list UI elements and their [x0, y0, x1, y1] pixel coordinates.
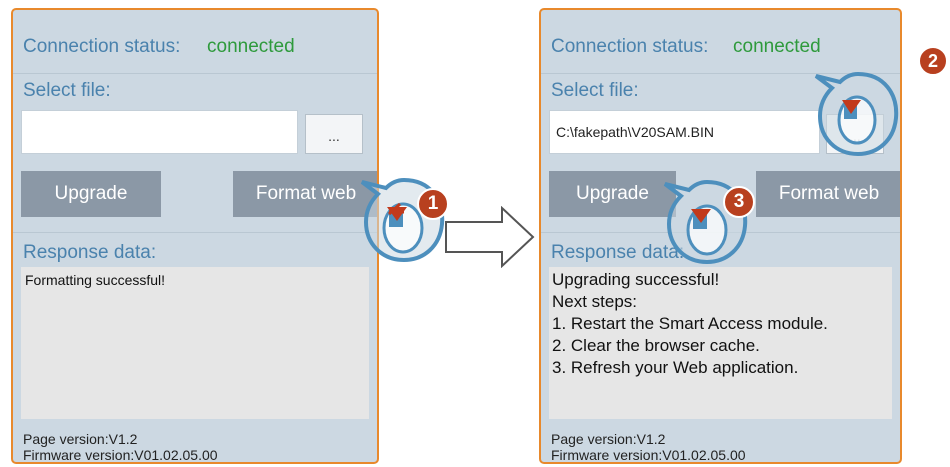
- format-web-button[interactable]: Format web: [233, 171, 377, 217]
- upgrade-button[interactable]: Upgrade: [549, 171, 676, 217]
- file-path-input[interactable]: C:\fakepath\V20SAM.BIN: [549, 110, 820, 154]
- response-line: Next steps:: [552, 292, 638, 311]
- file-path-input[interactable]: [21, 110, 298, 154]
- response-data-area: Upgrading successful! Next steps: 1. Res…: [549, 267, 892, 419]
- upgrade-button[interactable]: Upgrade: [21, 171, 161, 217]
- connection-status-value: connected: [207, 36, 295, 57]
- web-app-panel-before: Connection status: connected Select file…: [11, 8, 379, 464]
- response-data-label: Response data:: [23, 242, 157, 263]
- browse-button[interactable]: ...: [305, 114, 363, 154]
- response-line: Upgrading successful!: [552, 270, 720, 289]
- select-file-label: Select file:: [23, 80, 111, 101]
- response-data-area: Formatting successful!: [21, 267, 369, 419]
- step-badge-1: 1: [417, 188, 449, 220]
- format-web-button[interactable]: Format web: [756, 171, 900, 217]
- response-line: 3. Refresh your Web application.: [552, 358, 799, 377]
- select-file-label: Select file:: [551, 80, 639, 101]
- right-arrow-icon: [445, 206, 535, 268]
- mouse-click-icon: [814, 71, 899, 157]
- connection-row: Connection status: connected: [541, 10, 900, 74]
- page-version: Page version:V1.2: [551, 431, 666, 447]
- response-line: Formatting successful!: [25, 272, 166, 288]
- response-line: 2. Clear the browser cache.: [552, 336, 760, 355]
- connection-status-label: Connection status:: [23, 36, 181, 57]
- divider: [13, 232, 377, 233]
- connection-status-value: connected: [733, 36, 821, 57]
- connection-row: Connection status: connected: [13, 10, 377, 74]
- step-badge-2: 2: [918, 46, 948, 76]
- firmware-version: Firmware version:V01.02.05.00: [551, 447, 746, 463]
- response-line: 1. Restart the Smart Access module.: [552, 314, 828, 333]
- firmware-version: Firmware version:V01.02.05.00: [23, 447, 218, 463]
- connection-status-label: Connection status:: [551, 36, 709, 57]
- step-badge-3: 3: [723, 186, 755, 218]
- page-version: Page version:V1.2: [23, 431, 138, 447]
